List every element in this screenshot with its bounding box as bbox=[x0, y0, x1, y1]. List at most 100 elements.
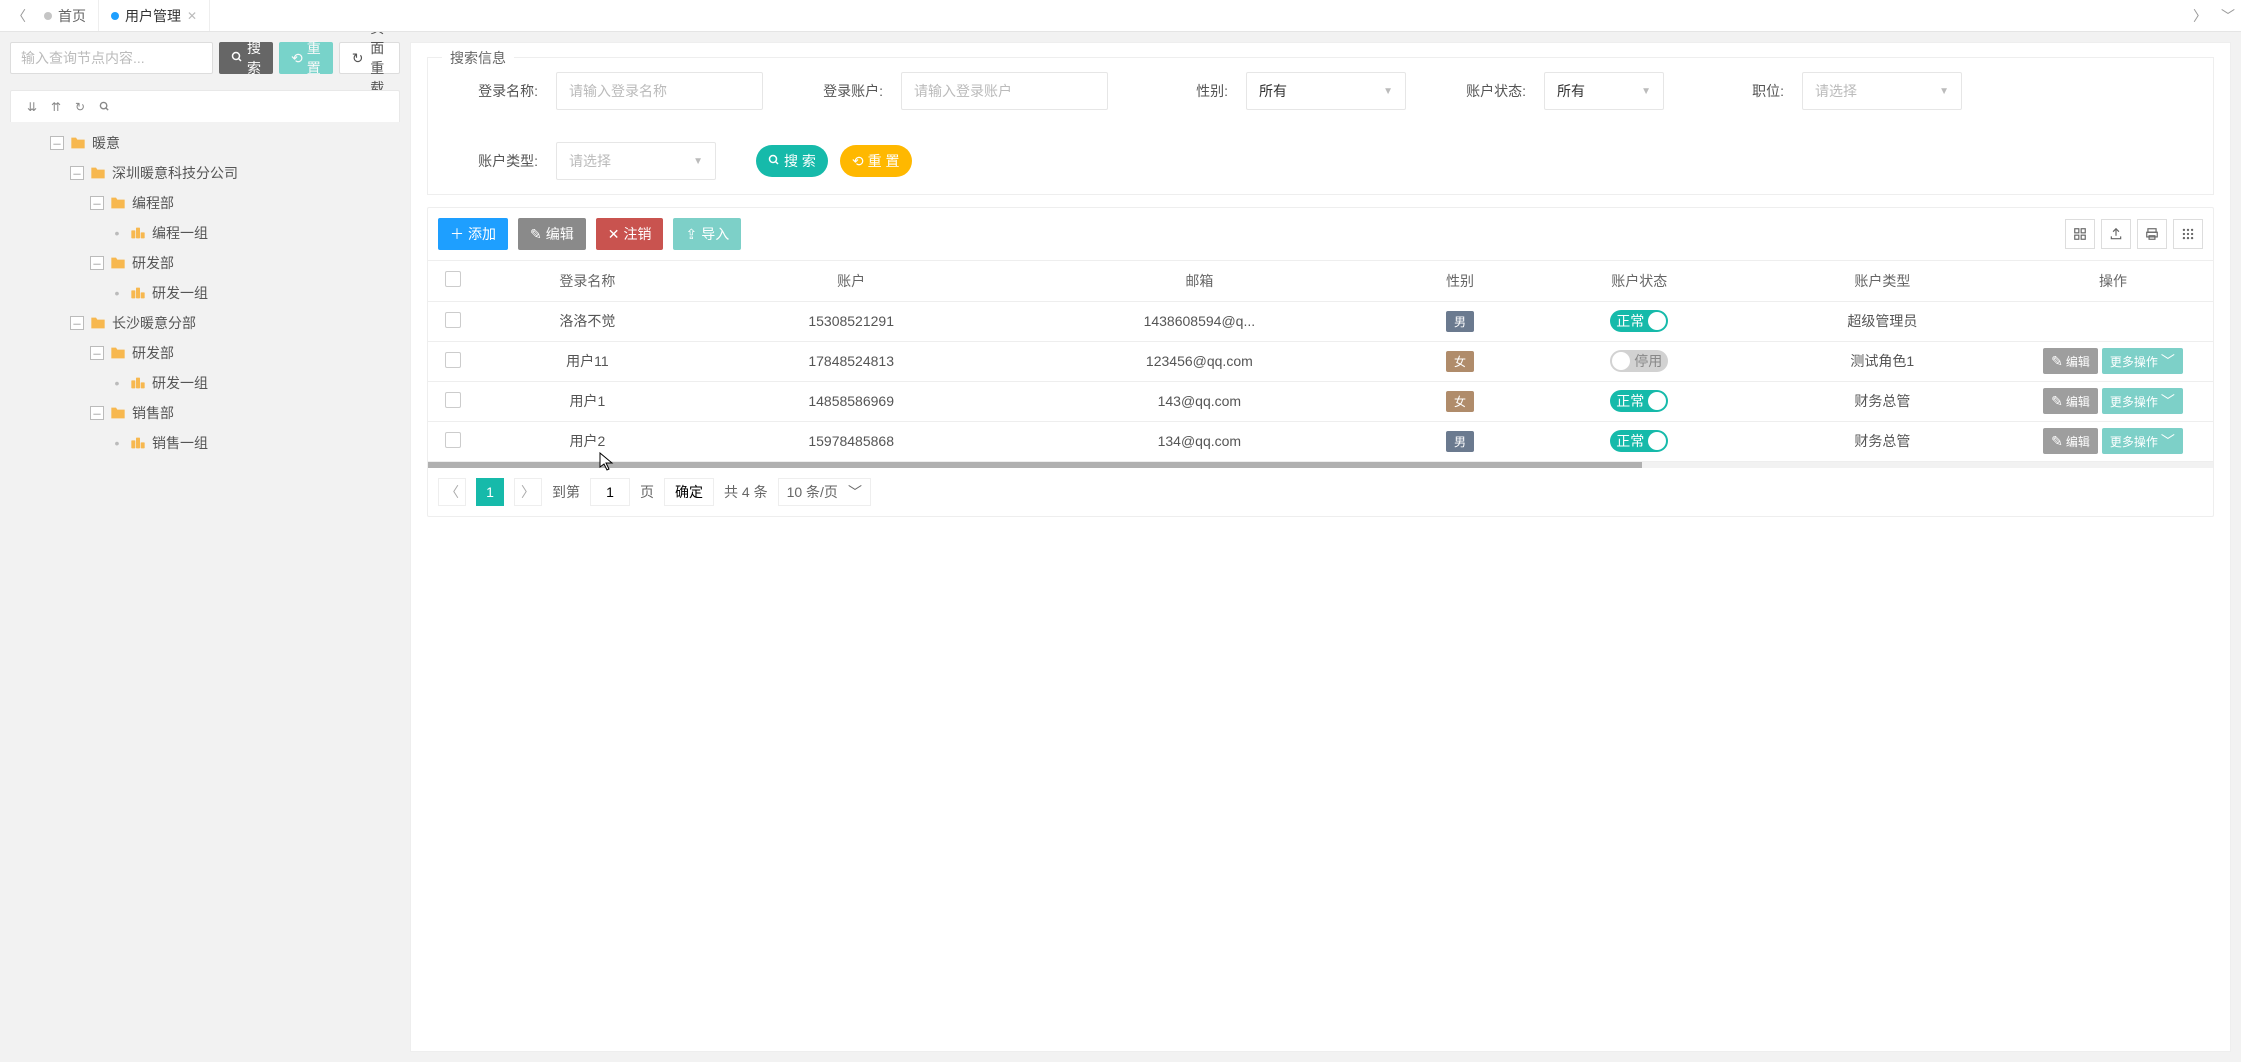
search-icon bbox=[768, 153, 780, 169]
tree-node[interactable]: •编程一组 bbox=[10, 218, 400, 248]
cell-acct: 15308521291 bbox=[697, 301, 1006, 341]
gender-label: 性别: bbox=[1148, 81, 1228, 101]
expand-all-icon[interactable]: ⇊ bbox=[21, 96, 43, 118]
cell-type: 测试角色1 bbox=[1752, 341, 2013, 381]
tab-prev-icon[interactable]: 〈 bbox=[6, 0, 32, 31]
status-switch[interactable]: 停用 bbox=[1610, 350, 1668, 372]
position-label: 职位: bbox=[1704, 81, 1784, 101]
folder-icon bbox=[70, 136, 86, 150]
tree-toggle-icon[interactable]: － bbox=[50, 136, 64, 150]
print-icon[interactable] bbox=[2137, 219, 2167, 249]
tree-label: 暖意 bbox=[92, 133, 120, 153]
tree-toggle-icon[interactable]: － bbox=[90, 196, 104, 210]
main-panel: 搜索信息 登录名称: 登录账户: 性别: 所有 ▼ 账户状 bbox=[410, 42, 2231, 1052]
position-select[interactable]: 请选择 ▼ bbox=[1802, 72, 1962, 110]
tree-refresh-icon[interactable]: ↻ bbox=[69, 96, 91, 118]
row-checkbox[interactable] bbox=[445, 392, 461, 408]
cell-email: 134@qq.com bbox=[1006, 421, 1393, 461]
login-name-input[interactable] bbox=[556, 72, 763, 110]
page-next-button[interactable]: 〉 bbox=[514, 478, 542, 506]
tree-node[interactable]: • 研发一组 bbox=[10, 278, 400, 308]
tree-search-button[interactable]: 搜索 bbox=[219, 42, 273, 74]
scrollbar-thumb[interactable] bbox=[428, 462, 1642, 468]
tree-node[interactable]: －销售部 bbox=[10, 398, 400, 428]
tab-home[interactable]: 首页 bbox=[32, 0, 99, 31]
row-edit-button[interactable]: ✎编辑 bbox=[2043, 388, 2098, 414]
close-icon: ✕ bbox=[608, 226, 620, 243]
table-row: 用户1117848524813123456@qq.com女停用测试角色1✎编辑 … bbox=[428, 341, 2213, 381]
tree-search-icon[interactable] bbox=[93, 96, 115, 118]
goto-ok-button[interactable]: 确定 bbox=[664, 478, 714, 506]
row-more-button[interactable]: 更多操作 ﹀ bbox=[2102, 388, 2183, 414]
table-row: 用户114858586969143@qq.com女正常财务总管✎编辑 更多操作 … bbox=[428, 381, 2213, 421]
tree-toggle-icon[interactable]: － bbox=[70, 316, 84, 330]
page-reload-button[interactable]: ↻ 页面重载 bbox=[339, 42, 400, 74]
tree-node[interactable]: － 暖意 bbox=[10, 128, 400, 158]
status-select[interactable]: 所有 ▼ bbox=[1544, 72, 1664, 110]
page-number-button[interactable]: 1 bbox=[476, 478, 504, 506]
status-switch[interactable]: 正常 bbox=[1610, 310, 1668, 332]
tab-next-icon[interactable]: 〉 bbox=[2187, 0, 2213, 31]
grid-icon[interactable] bbox=[2173, 219, 2203, 249]
cell-ops: ✎编辑 更多操作 ﹀ bbox=[2013, 381, 2213, 421]
add-button[interactable]: ＋添加 bbox=[438, 218, 508, 250]
tree-leaf-icon: • bbox=[110, 286, 124, 300]
tree-leaf-icon: • bbox=[110, 376, 124, 390]
login-acct-input[interactable] bbox=[901, 72, 1108, 110]
tree-node[interactable]: －长沙暖意分部 bbox=[10, 308, 400, 338]
search-button[interactable]: 搜 索 bbox=[756, 145, 828, 177]
tree-label: 研发一组 bbox=[152, 373, 208, 393]
tree-node[interactable]: •销售一组 bbox=[10, 428, 400, 458]
page-size-select[interactable]: 10 条/页 ﹀ bbox=[778, 478, 871, 506]
tab-user-mgmt[interactable]: 用户管理 ✕ bbox=[99, 0, 210, 31]
row-more-button[interactable]: 更多操作 ﹀ bbox=[2102, 348, 2183, 374]
tree-node[interactable]: － 深圳暖意科技分公司 bbox=[10, 158, 400, 188]
column-header: 登录名称 bbox=[478, 261, 697, 301]
row-checkbox[interactable] bbox=[445, 432, 461, 448]
tree-toggle-icon[interactable]: － bbox=[90, 256, 104, 270]
type-select[interactable]: 请选择 ▼ bbox=[556, 142, 716, 180]
page-prev-button[interactable]: 〈 bbox=[438, 478, 466, 506]
tree-toggle-icon[interactable]: － bbox=[70, 166, 84, 180]
tree-label: 深圳暖意科技分公司 bbox=[112, 163, 238, 183]
row-more-button[interactable]: 更多操作 ﹀ bbox=[2102, 428, 2183, 454]
status-switch[interactable]: 正常 bbox=[1610, 430, 1668, 452]
tree-search-input[interactable] bbox=[10, 42, 213, 74]
cell-email: 123456@qq.com bbox=[1006, 341, 1393, 381]
tabs-bar: 〈 首页 用户管理 ✕ 〉 ﹀ bbox=[0, 0, 2241, 32]
column-header: 操作 bbox=[2013, 261, 2213, 301]
goto-page-input[interactable] bbox=[590, 478, 630, 506]
tree-toggle-icon[interactable]: － bbox=[90, 346, 104, 360]
upload-icon: ⇪ bbox=[685, 226, 697, 243]
goto-label: 到第 bbox=[552, 482, 580, 502]
tree-label: 编程一组 bbox=[152, 223, 208, 243]
columns-icon[interactable] bbox=[2065, 219, 2095, 249]
switch-label: 停用 bbox=[1634, 351, 1662, 371]
export-icon[interactable] bbox=[2101, 219, 2131, 249]
column-header: 账户状态 bbox=[1527, 261, 1752, 301]
close-icon[interactable]: ✕ bbox=[187, 9, 197, 23]
reset-button[interactable]: ⟲ 重 置 bbox=[840, 145, 912, 177]
row-checkbox[interactable] bbox=[445, 352, 461, 368]
tree-node[interactable]: • 研发一组 bbox=[10, 368, 400, 398]
status-switch[interactable]: 正常 bbox=[1610, 390, 1668, 412]
import-button[interactable]: ⇪导入 bbox=[673, 218, 741, 250]
tree-label: 研发一组 bbox=[152, 283, 208, 303]
select-all-checkbox[interactable] bbox=[445, 271, 461, 287]
tree-toggle-icon[interactable]: － bbox=[90, 406, 104, 420]
edit-button[interactable]: ✎编辑 bbox=[518, 218, 586, 250]
table-horizontal-scrollbar[interactable] bbox=[428, 462, 2213, 468]
tree-reset-button[interactable]: ⟲ 重置 bbox=[279, 42, 333, 74]
row-edit-button[interactable]: ✎编辑 bbox=[2043, 348, 2098, 374]
gender-select[interactable]: 所有 ▼ bbox=[1246, 72, 1406, 110]
tree-node[interactable]: －编程部 bbox=[10, 188, 400, 218]
tab-dropdown-icon[interactable]: ﹀ bbox=[2215, 0, 2241, 31]
btn-label: 导入 bbox=[701, 224, 729, 244]
tree-node[interactable]: －研发部 bbox=[10, 338, 400, 368]
row-checkbox[interactable] bbox=[445, 312, 461, 328]
tree-node[interactable]: －研发部 bbox=[10, 248, 400, 278]
logout-button[interactable]: ✕注销 bbox=[596, 218, 664, 250]
collapse-all-icon[interactable]: ⇈ bbox=[45, 96, 67, 118]
row-edit-button[interactable]: ✎编辑 bbox=[2043, 428, 2098, 454]
search-fieldset: 搜索信息 登录名称: 登录账户: 性别: 所有 ▼ 账户状 bbox=[427, 57, 2214, 195]
